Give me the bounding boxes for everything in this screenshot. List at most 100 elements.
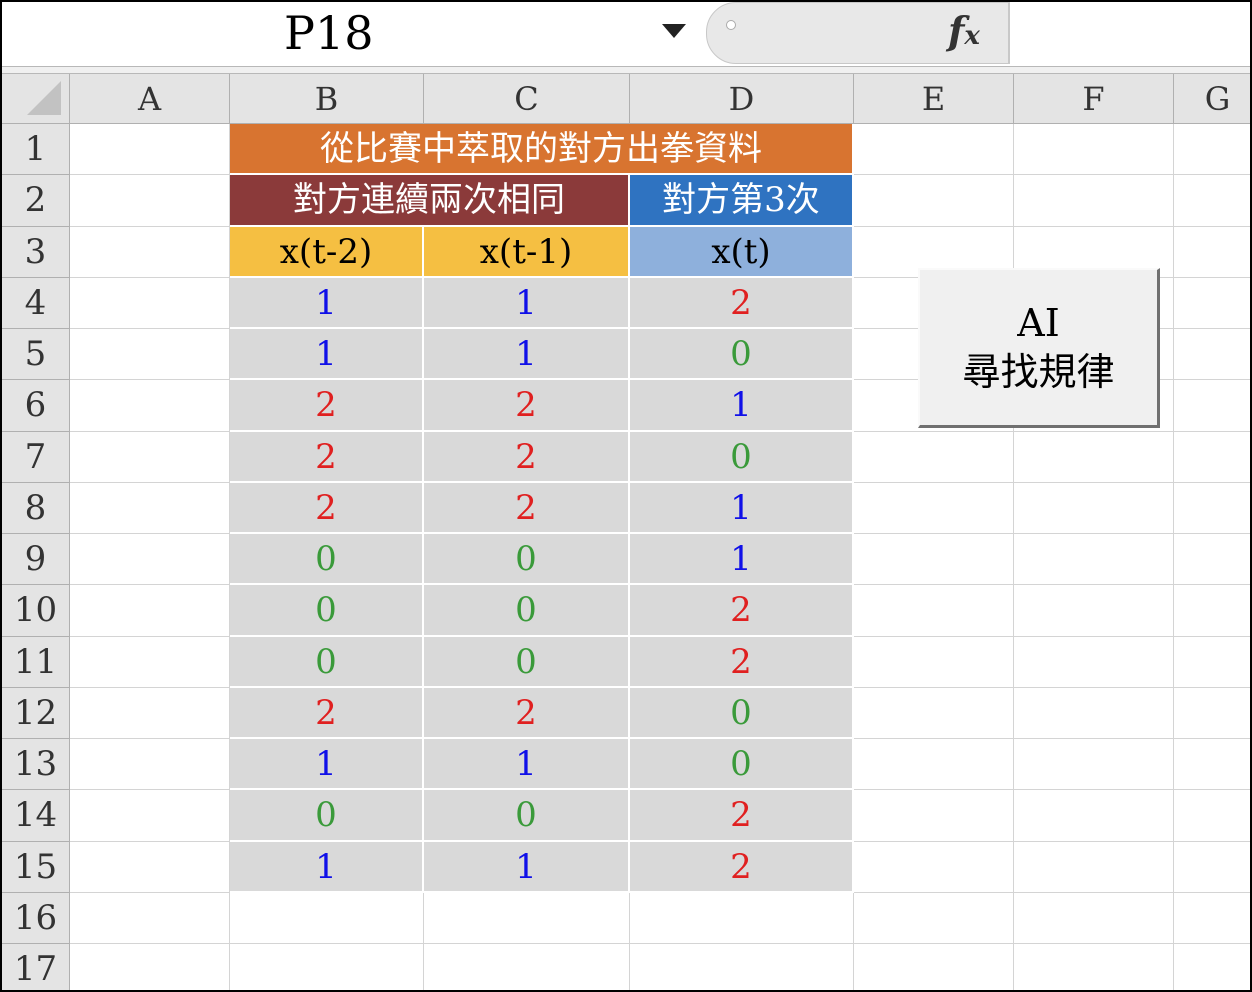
- row-header-5[interactable]: 5: [2, 329, 70, 380]
- cell-a14[interactable]: [70, 790, 230, 842]
- data-cell[interactable]: 1: [630, 380, 854, 432]
- data-cell[interactable]: 0: [424, 790, 630, 842]
- cell-a16[interactable]: [70, 893, 230, 944]
- data-cell[interactable]: 0: [630, 432, 854, 483]
- row-header-9[interactable]: 9: [2, 534, 70, 585]
- cell-f11[interactable]: [1014, 637, 1174, 688]
- data-cell[interactable]: 2: [230, 688, 424, 739]
- cell-e12[interactable]: [854, 688, 1014, 739]
- data-cell[interactable]: 1: [230, 278, 424, 329]
- formula-bar-handle-icon[interactable]: [726, 20, 736, 30]
- ai-find-pattern-button[interactable]: AI 尋找規律: [918, 268, 1160, 428]
- data-cell[interactable]: 2: [630, 278, 854, 329]
- row-header-11[interactable]: 11: [2, 637, 70, 688]
- cell-g5[interactable]: [1174, 329, 1250, 380]
- column-header-c[interactable]: C: [424, 74, 630, 124]
- cell-f1[interactable]: [1014, 124, 1174, 175]
- row-header-1[interactable]: 1: [2, 124, 70, 175]
- data-cell[interactable]: 0: [630, 739, 854, 790]
- data-cell[interactable]: 2: [424, 432, 630, 483]
- data-cell[interactable]: 0: [424, 585, 630, 637]
- subheader-third[interactable]: 對方第3次: [630, 175, 854, 227]
- cell-f13[interactable]: [1014, 739, 1174, 790]
- cell-e17[interactable]: [854, 944, 1014, 990]
- cell-a1[interactable]: [70, 124, 230, 175]
- cell-g9[interactable]: [1174, 534, 1250, 585]
- column-header-f[interactable]: F: [1014, 74, 1174, 124]
- row-header-16[interactable]: 16: [2, 893, 70, 944]
- cell-e2[interactable]: [854, 175, 1014, 227]
- cell-a9[interactable]: [70, 534, 230, 585]
- select-all-button[interactable]: [2, 74, 70, 124]
- cell-d17[interactable]: [630, 944, 854, 990]
- data-cell[interactable]: 0: [230, 790, 424, 842]
- row-header-12[interactable]: 12: [2, 688, 70, 739]
- cell-g10[interactable]: [1174, 585, 1250, 637]
- cell-g16[interactable]: [1174, 893, 1250, 944]
- cell-a2[interactable]: [70, 175, 230, 227]
- cell-a3[interactable]: [70, 227, 230, 278]
- data-cell[interactable]: 1: [230, 842, 424, 893]
- cell-a7[interactable]: [70, 432, 230, 483]
- col-label-2[interactable]: x(t-1): [424, 227, 630, 278]
- row-header-14[interactable]: 14: [2, 790, 70, 842]
- data-cell[interactable]: 2: [630, 790, 854, 842]
- cell-c17[interactable]: [424, 944, 630, 990]
- column-header-g[interactable]: G: [1174, 74, 1250, 124]
- row-header-7[interactable]: 7: [2, 432, 70, 483]
- cell-g14[interactable]: [1174, 790, 1250, 842]
- col-label-3[interactable]: x(t): [630, 227, 854, 278]
- data-cell[interactable]: 0: [630, 329, 854, 380]
- data-cell[interactable]: 2: [230, 432, 424, 483]
- cell-g15[interactable]: [1174, 842, 1250, 893]
- cell-e8[interactable]: [854, 483, 1014, 534]
- column-header-d[interactable]: D: [630, 74, 854, 124]
- cell-f12[interactable]: [1014, 688, 1174, 739]
- data-cell[interactable]: 0: [630, 688, 854, 739]
- data-cell[interactable]: 2: [424, 483, 630, 534]
- cell-f2[interactable]: [1014, 175, 1174, 227]
- data-cell[interactable]: 2: [630, 842, 854, 893]
- cell-g13[interactable]: [1174, 739, 1250, 790]
- cell-g8[interactable]: [1174, 483, 1250, 534]
- cell-b17[interactable]: [230, 944, 424, 990]
- row-header-17[interactable]: 17: [2, 944, 70, 990]
- cell-f8[interactable]: [1014, 483, 1174, 534]
- cell-f14[interactable]: [1014, 790, 1174, 842]
- data-cell[interactable]: 1: [424, 739, 630, 790]
- cell-g11[interactable]: [1174, 637, 1250, 688]
- data-cell[interactable]: 0: [424, 534, 630, 585]
- row-header-3[interactable]: 3: [2, 227, 70, 278]
- cell-a13[interactable]: [70, 739, 230, 790]
- cell-a15[interactable]: [70, 842, 230, 893]
- data-cell[interactable]: 2: [630, 637, 854, 688]
- cell-g1[interactable]: [1174, 124, 1250, 175]
- title-cell[interactable]: 從比賽中萃取的對方出拳資料: [230, 124, 854, 175]
- data-cell[interactable]: 2: [230, 380, 424, 432]
- cell-f17[interactable]: [1014, 944, 1174, 990]
- cell-g12[interactable]: [1174, 688, 1250, 739]
- data-cell[interactable]: 1: [230, 739, 424, 790]
- cell-e10[interactable]: [854, 585, 1014, 637]
- cell-c16[interactable]: [424, 893, 630, 944]
- cell-g4[interactable]: [1174, 278, 1250, 329]
- data-cell[interactable]: 0: [230, 534, 424, 585]
- row-header-8[interactable]: 8: [2, 483, 70, 534]
- row-header-15[interactable]: 15: [2, 842, 70, 893]
- cell-f16[interactable]: [1014, 893, 1174, 944]
- cell-e13[interactable]: [854, 739, 1014, 790]
- cell-d16[interactable]: [630, 893, 854, 944]
- cell-a8[interactable]: [70, 483, 230, 534]
- cell-g2[interactable]: [1174, 175, 1250, 227]
- cell-a5[interactable]: [70, 329, 230, 380]
- row-header-6[interactable]: 6: [2, 380, 70, 432]
- cell-a12[interactable]: [70, 688, 230, 739]
- formula-input[interactable]: [1010, 2, 1250, 64]
- subheader-consecutive[interactable]: 對方連續兩次相同: [230, 175, 630, 227]
- data-cell[interactable]: 1: [424, 842, 630, 893]
- row-header-10[interactable]: 10: [2, 585, 70, 637]
- col-label-1[interactable]: x(t-2): [230, 227, 424, 278]
- cell-f15[interactable]: [1014, 842, 1174, 893]
- cell-a10[interactable]: [70, 585, 230, 637]
- cell-f7[interactable]: [1014, 432, 1174, 483]
